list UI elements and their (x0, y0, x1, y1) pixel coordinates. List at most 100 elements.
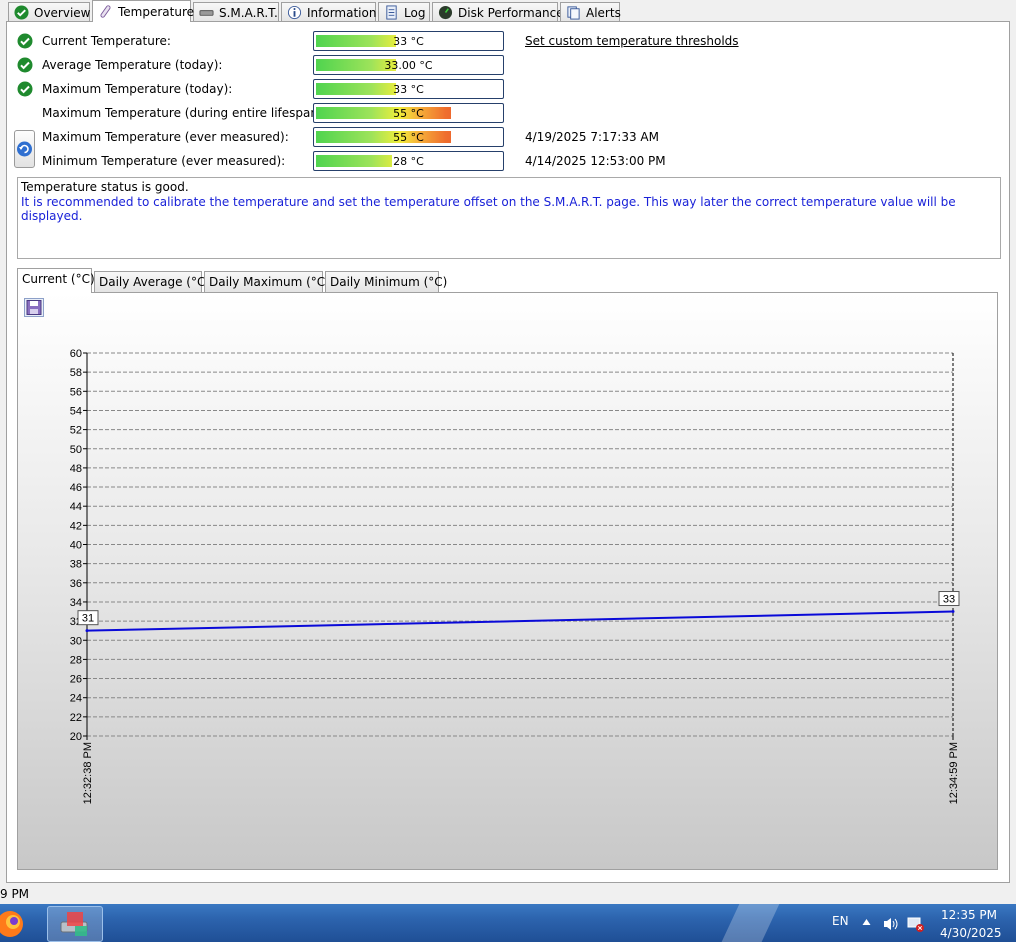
x-tick-label: 12:32:38 PM (82, 742, 94, 804)
chart-tab-daily-minimum[interactable]: Daily Minimum (°C) (325, 271, 447, 292)
alerts-icon (567, 6, 580, 20)
temp-row-max-lifespan: Maximum Temperature (during entire lifes… (7, 102, 1007, 124)
drive-icon (199, 10, 214, 16)
temp-value: 33.00 °C (384, 59, 433, 72)
y-tick-label: 50 (70, 444, 82, 456)
tab-log[interactable]: Log (378, 2, 430, 22)
tab-overview[interactable]: Overview (8, 2, 91, 22)
tab-label: Disk Performance (458, 5, 564, 20)
tab-information[interactable]: Information (281, 2, 376, 22)
taskbar-app-button[interactable] (47, 906, 103, 942)
status-message-box: Temperature status is good. It is recomm… (17, 177, 1001, 259)
show-hidden-icons-icon[interactable] (862, 918, 871, 926)
firefox-icon[interactable] (0, 908, 28, 940)
temp-value: 33 °C (393, 35, 424, 48)
temperature-bar: 33 °C (313, 79, 504, 99)
volume-icon[interactable] (882, 916, 900, 932)
y-tick-label: 52 (70, 425, 82, 437)
refresh-icon (17, 141, 32, 157)
temp-label: Average Temperature (today): (42, 58, 223, 72)
y-tick-label: 20 (70, 731, 82, 743)
temp-value: 33 °C (393, 83, 424, 96)
ok-status-icon (17, 81, 33, 97)
y-tick-label: 24 (70, 693, 82, 705)
y-tick-label: 28 (70, 654, 82, 666)
gauge-icon (438, 5, 453, 20)
temperature-bar: 55 °C (313, 103, 504, 123)
chart-tab-daily-average[interactable]: Daily Average (°C) (94, 271, 210, 292)
y-tick-label: 22 (70, 712, 82, 724)
temp-row-max-today: Maximum Temperature (today): 33 °C (7, 78, 1007, 100)
reset-button[interactable] (14, 130, 35, 168)
ok-status-icon (17, 33, 33, 49)
temp-value: 55 °C (393, 131, 424, 144)
tab-temperature[interactable]: Temperature (92, 0, 195, 22)
y-tick-label: 34 (70, 597, 82, 609)
y-tick-label: 40 (70, 540, 82, 552)
disk-app-icon (60, 912, 88, 936)
status-message: Temperature status is good. (21, 180, 189, 194)
y-tick-label: 42 (70, 520, 82, 532)
y-tick-label: 48 (70, 463, 82, 475)
data-point (951, 610, 955, 614)
measured-date: 4/19/2025 7:17:33 AM (525, 130, 659, 144)
custom-thresholds-link[interactable]: Set custom temperature thresholds (525, 34, 739, 48)
tab-label: S.M.A.R.T. (219, 5, 278, 20)
y-tick-label: 56 (70, 386, 82, 398)
chart-tab-daily-maximum[interactable]: Daily Maximum (°C) (204, 271, 330, 292)
temperature-bar: 28 °C (313, 151, 504, 171)
ok-status-icon (17, 57, 33, 73)
y-tick-label: 58 (70, 367, 82, 379)
y-tick-label: 30 (70, 635, 82, 647)
data-label: 33 (943, 594, 955, 606)
y-tick-label: 54 (70, 405, 82, 417)
y-tick-label: 26 (70, 674, 82, 686)
temp-value: 55 °C (393, 107, 424, 120)
windows-taskbar: EN 12:35 PM 4/30/2025 (0, 904, 1016, 942)
temperature-bar: 55 °C (313, 127, 504, 147)
data-label: 31 (82, 613, 94, 625)
chart-area: 20 22 24 26 28 30 32 34 36 38 40 42 44 46 48 50 52 54 56 58… (17, 292, 998, 870)
thermometer-icon (100, 5, 111, 18)
temp-label: Current Temperature: (42, 34, 171, 48)
temperature-chart: 2022242628303234363840424446485052545658… (70, 348, 960, 804)
tab-label: Information (307, 5, 377, 20)
temp-label: Maximum Temperature (ever measured): (42, 130, 289, 144)
tab-label: Alerts (586, 5, 621, 20)
temp-label: Minimum Temperature (ever measured): (42, 154, 286, 168)
y-tick-label: 44 (70, 501, 82, 513)
measured-date: 4/14/2025 12:53:00 PM (525, 154, 666, 168)
status-bar-text: 9 PM (0, 887, 30, 901)
temp-value: 28 °C (393, 155, 424, 168)
network-icon[interactable] (906, 915, 926, 933)
data-point (85, 629, 89, 633)
y-tick-label: 60 (70, 348, 82, 360)
document-icon (386, 5, 397, 20)
temp-label: Maximum Temperature (during entire lifes… (42, 106, 327, 120)
info-icon (287, 5, 302, 20)
temp-row-average: Average Temperature (today): 33.00 °C (7, 54, 1007, 76)
chart-tab-current[interactable]: Current (°C) (17, 268, 95, 293)
status-bar: 9 PM (0, 884, 1016, 904)
temperature-bar: 33.00 °C (313, 55, 504, 75)
y-tick-label: 46 (70, 482, 82, 494)
tab-disk-performance[interactable]: Disk Performance (432, 2, 564, 22)
tab-label: Temperature (118, 4, 195, 19)
temperature-panel: Current Temperature: 33 °C Set custom te… (6, 21, 1010, 883)
temp-row-min-ever: Minimum Temperature (ever measured): 28 … (7, 150, 1007, 172)
clock-time[interactable]: 12:35 PM (941, 908, 997, 922)
tab-alerts[interactable]: Alerts (560, 2, 621, 22)
temp-row-current: Current Temperature: 33 °C Set custom te… (7, 30, 1007, 52)
language-indicator[interactable]: EN (832, 914, 849, 928)
recommendation-message: It is recommended to calibrate the tempe… (21, 195, 956, 223)
clock-date[interactable]: 4/30/2025 (940, 926, 1002, 940)
temp-row-max-ever: Maximum Temperature (ever measured): 55 … (7, 126, 1007, 148)
tab-smart[interactable]: S.M.A.R.T. (193, 2, 279, 22)
temperature-bar: 33 °C (313, 31, 504, 51)
temp-label: Maximum Temperature (today): (42, 82, 233, 96)
tab-label: Log (404, 5, 426, 20)
y-tick-label: 38 (70, 559, 82, 571)
main-tab-bar: Overview Temperature S.M.A.R.T. Informat… (0, 0, 1016, 22)
y-tick-label: 36 (70, 578, 82, 590)
taskbar-glare (716, 904, 784, 942)
